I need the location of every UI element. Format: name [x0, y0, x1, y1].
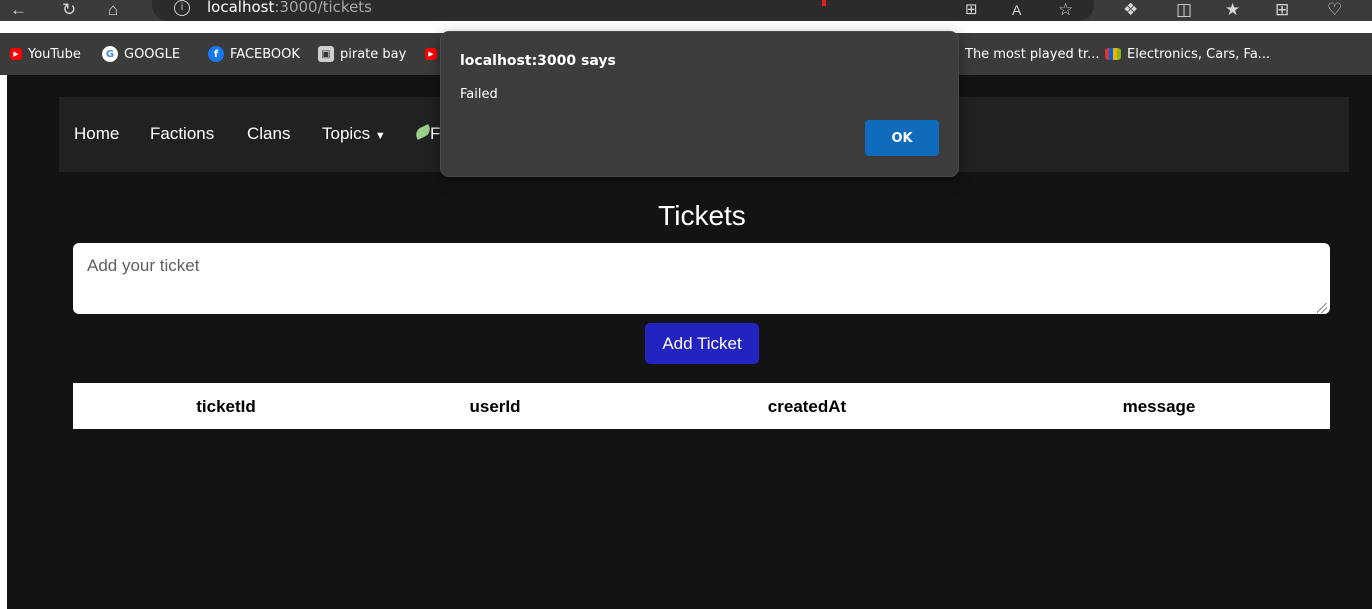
info-icon[interactable]: i — [174, 0, 190, 16]
nav-topics-label: Topics — [322, 124, 371, 143]
refresh-icon[interactable]: ↻ — [62, 0, 76, 20]
browser-chrome: ← ↻ ⌂ i localhost:3000/tickets ⊞ A ☆ ❖ ◫… — [0, 0, 1372, 21]
bookmark-pirate-bay[interactable]: ▣ pirate bay — [318, 45, 406, 63]
bookmark-youtube[interactable]: ▶ YouTube — [10, 45, 81, 63]
column-header-userid: userId — [469, 397, 521, 416]
home-icon[interactable]: ⌂ — [108, 0, 118, 20]
bookmark-label: FACEBOOK — [230, 46, 300, 62]
performance-icon[interactable]: ♡ — [1327, 0, 1342, 20]
bookmark-most-played[interactable]: The most played tr... — [965, 45, 1099, 63]
extensions-icon[interactable]: ❖ — [1123, 0, 1138, 20]
alert-ok-button[interactable]: OK — [865, 120, 939, 156]
url-text[interactable]: localhost:3000/tickets — [207, 0, 372, 16]
browser-toolbar: ← ↻ ⌂ i localhost:3000/tickets ⊞ A ☆ ❖ ◫… — [0, 0, 1372, 21]
column-header-createdat: createdAt — [767, 397, 847, 416]
bookmark-label: Electronics, Cars, Fa... — [1127, 46, 1271, 62]
alert-message: Failed — [460, 87, 498, 102]
youtube-icon: ▶ — [425, 48, 437, 60]
nav-clans[interactable]: Clans — [247, 124, 290, 144]
youtube-icon: ▶ — [10, 48, 22, 60]
favorite-star-icon[interactable]: ☆ — [1058, 0, 1073, 20]
read-aloud-icon[interactable]: A — [1012, 0, 1021, 20]
red-mark-decoration — [822, 0, 826, 6]
ticket-input[interactable] — [73, 243, 1330, 314]
ebay-icon — [1105, 48, 1121, 60]
column-header-ticketid: ticketId — [196, 397, 256, 416]
facebook-icon: f — [208, 46, 224, 62]
nav-factions[interactable]: Factions — [150, 124, 214, 144]
alert-dialog: localhost:3000 says Failed OK — [441, 32, 958, 176]
bookmark-google[interactable]: G GOOGLE — [102, 45, 180, 63]
bookmark-electronics[interactable]: Electronics, Cars, Fa... — [1105, 45, 1270, 63]
favorites-icon[interactable]: ★ — [1225, 0, 1240, 20]
bookmark-label: pirate bay — [340, 46, 407, 62]
back-arrow-icon[interactable]: ← — [10, 0, 27, 20]
nav-home[interactable]: Home — [74, 124, 119, 144]
url-path: :3000/tickets — [274, 0, 372, 16]
caret-down-icon: ▼ — [374, 130, 386, 142]
bookmark-label: YouTube — [28, 46, 81, 62]
alert-title: localhost:3000 says — [460, 53, 616, 69]
nav-cut-item[interactable]: F — [430, 124, 440, 144]
bookmark-hidden[interactable]: ▶ — [425, 45, 437, 63]
resize-grip-icon[interactable] — [1317, 303, 1327, 313]
google-icon: G — [102, 46, 118, 62]
collections-icon[interactable]: ⊞ — [1275, 0, 1289, 20]
tickets-table-header: ticketId userId createdAt message — [73, 383, 1330, 429]
address-bar[interactable]: i localhost:3000/tickets — [152, 0, 1094, 21]
pirate-bay-icon: ▣ — [318, 46, 334, 62]
split-view-icon[interactable]: ◫ — [1176, 0, 1192, 20]
nav-topics[interactable]: Topics ▼ — [322, 124, 386, 144]
url-host: localhost — [207, 0, 275, 16]
bookmark-label: The most played tr... — [965, 46, 1100, 62]
bookmark-label: GOOGLE — [124, 46, 181, 62]
add-ticket-button[interactable]: Add Ticket — [645, 323, 759, 364]
page-title: Tickets — [658, 200, 746, 231]
bookmark-facebook[interactable]: f FACEBOOK — [208, 45, 300, 63]
column-header-message: message — [1122, 397, 1196, 416]
split-screen-icon[interactable]: ⊞ — [965, 0, 978, 20]
